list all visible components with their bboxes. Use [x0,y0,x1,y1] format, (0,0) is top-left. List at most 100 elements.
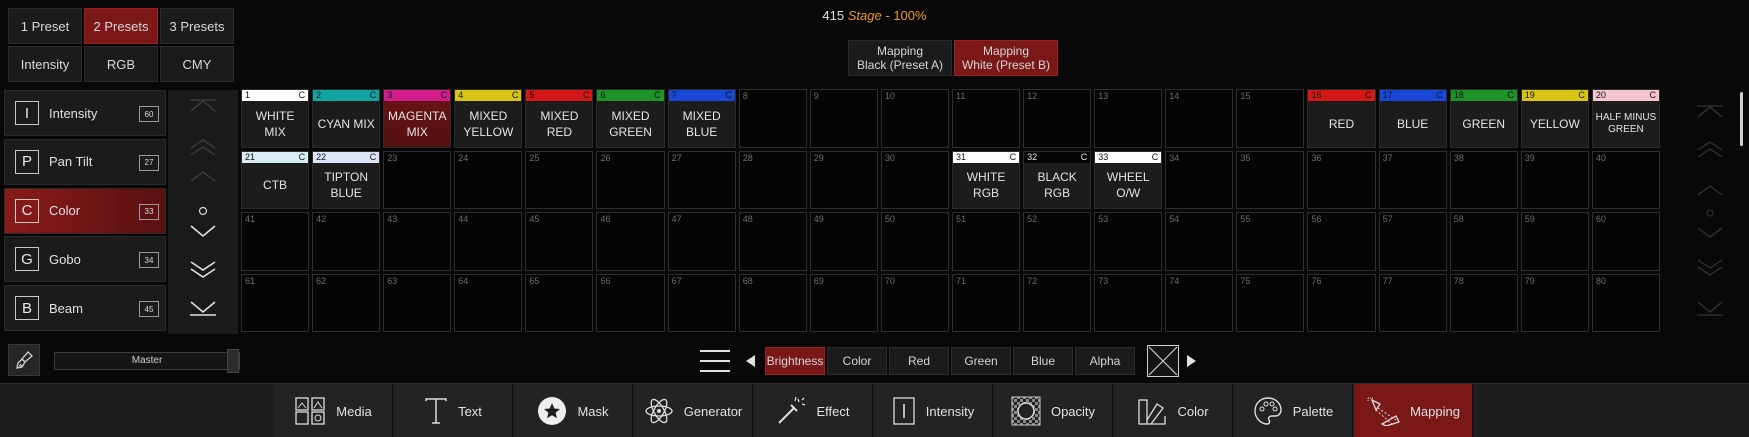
tab-rgb[interactable]: RGB [84,46,158,82]
empty-palette-cell[interactable]: 9 [809,89,878,148]
tab-3-presets[interactable]: 3 Presets [160,8,234,44]
master-fader-handle[interactable] [227,349,239,373]
tab-mapping-black[interactable]: Mapping Black (Preset A) [848,40,952,76]
tab-alpha[interactable]: Alpha [1075,347,1135,375]
empty-palette-cell[interactable]: 23 [383,150,452,209]
toolbar-palette[interactable]: Palette [1234,384,1353,437]
empty-palette-cell[interactable]: 41 [241,212,310,271]
empty-palette-cell[interactable]: 66 [596,273,665,332]
empty-palette-cell[interactable]: 52 [1023,212,1092,271]
tab-mapping-white[interactable]: Mapping White (Preset B) [954,40,1058,76]
empty-palette-cell[interactable]: 45 [525,212,594,271]
tab-cmy[interactable]: CMY [160,46,234,82]
empty-palette-cell[interactable]: 76 [1307,273,1376,332]
empty-palette-cell[interactable]: 80 [1591,273,1660,332]
palette-cell[interactable]: 1 C WHITE MIX [241,89,310,148]
empty-palette-cell[interactable]: 36 [1307,150,1376,209]
toolbar-opacity[interactable]: Opacity [994,384,1113,437]
empty-palette-cell[interactable]: 74 [1165,273,1234,332]
empty-palette-cell[interactable]: 68 [738,273,807,332]
empty-palette-cell[interactable]: 34 [1165,150,1234,209]
empty-palette-cell[interactable]: 61 [241,273,310,332]
tab-intensity[interactable]: Intensity [8,46,82,82]
empty-palette-cell[interactable]: 11 [951,89,1021,148]
empty-palette-cell[interactable]: 14 [1165,89,1234,148]
empty-palette-cell[interactable]: 77 [1378,273,1447,332]
empty-palette-cell[interactable]: 39 [1520,150,1589,209]
line-down-icon[interactable] [1695,226,1725,238]
next-arrow-icon[interactable] [1187,355,1196,367]
palette-cell[interactable]: 31 C WHITE RGB [951,150,1021,209]
tab-2-presets[interactable]: 2 Presets [84,8,158,44]
empty-palette-cell[interactable]: 78 [1449,273,1518,332]
tab-brightness[interactable]: Brightness [765,347,825,375]
scroll-top-icon[interactable] [188,98,218,112]
empty-palette-cell[interactable]: 44 [454,212,523,271]
empty-palette-cell[interactable]: 8 [738,89,807,148]
feature-pan-tilt[interactable]: P Pan Tilt 27 [4,138,166,185]
empty-palette-cell[interactable]: 72 [1023,273,1092,332]
toolbar-intensity[interactable]: Intensity [874,384,993,437]
feature-beam[interactable]: B Beam 45 [4,285,166,332]
palette-cell[interactable]: 18 C GREEN [1449,89,1518,148]
empty-palette-cell[interactable]: 37 [1378,150,1447,209]
empty-palette-cell[interactable]: 54 [1165,212,1234,271]
toolbar-effect[interactable]: Effect [754,384,873,437]
empty-palette-cell[interactable]: 25 [525,150,594,209]
toolbar-mapping[interactable]: Mapping [1354,384,1473,437]
feature-color[interactable]: C Color 33 [4,187,166,234]
empty-palette-cell[interactable]: 28 [738,150,807,209]
empty-palette-cell[interactable]: 43 [383,212,452,271]
empty-palette-cell[interactable]: 57 [1378,212,1447,271]
empty-palette-cell[interactable]: 69 [809,273,878,332]
empty-palette-cell[interactable]: 48 [738,212,807,271]
empty-palette-cell[interactable]: 15 [1236,89,1305,148]
empty-palette-cell[interactable]: 60 [1591,212,1660,271]
page-up-icon[interactable] [1695,140,1725,158]
empty-palette-cell[interactable]: 73 [1094,273,1163,332]
tab-1-preset[interactable]: 1 Preset [8,8,82,44]
toolbar-mask[interactable]: Mask [514,384,633,437]
palette-cell[interactable]: 3 C MAGENTA MIX [383,89,452,148]
scroll-top-icon[interactable] [1695,104,1725,118]
empty-palette-cell[interactable]: 53 [1094,212,1163,271]
empty-palette-cell[interactable]: 63 [383,273,452,332]
toolbar-color[interactable]: Color [1114,384,1233,437]
no-color-swatch-icon[interactable] [1147,345,1179,377]
palette-cell[interactable]: 7 C MIXED BLUE [667,89,736,148]
scroll-bottom-icon[interactable] [1695,300,1725,316]
palette-cell[interactable]: 4 C MIXED YELLOW [454,89,523,148]
empty-palette-cell[interactable]: 67 [667,273,736,332]
empty-palette-cell[interactable]: 46 [596,212,665,271]
palette-cell[interactable]: 16 C RED [1307,89,1376,148]
menu-icon[interactable] [700,350,730,372]
empty-palette-cell[interactable]: 38 [1449,150,1518,209]
tab-green[interactable]: Green [951,347,1011,375]
empty-palette-cell[interactable]: 70 [880,273,949,332]
empty-palette-cell[interactable]: 75 [1236,273,1305,332]
empty-palette-cell[interactable]: 64 [454,273,523,332]
scroll-bottom-icon[interactable] [188,300,218,316]
empty-palette-cell[interactable]: 27 [667,150,736,209]
palette-cell[interactable]: 17 C BLUE [1378,89,1447,148]
tab-red[interactable]: Red [889,347,949,375]
line-up-icon[interactable] [1695,184,1725,196]
toolbar-generator[interactable]: Generator [634,384,753,437]
empty-palette-cell[interactable]: 35 [1236,150,1305,209]
empty-palette-cell[interactable]: 12 [1023,89,1092,148]
empty-palette-cell[interactable]: 13 [1094,89,1163,148]
feature-intensity[interactable]: I Intensity 60 [4,90,166,136]
palette-cell[interactable]: 32 C BLACK RGB [1023,150,1092,209]
feature-gobo[interactable]: G Gobo 34 [4,236,166,283]
empty-palette-cell[interactable]: 24 [454,150,523,209]
palette-cell[interactable]: 19 C YELLOW [1520,89,1589,148]
empty-palette-cell[interactable]: 42 [312,212,381,271]
empty-palette-cell[interactable]: 40 [1591,150,1660,209]
palette-cell[interactable]: 21 C CTB [241,150,310,209]
line-up-icon[interactable] [188,170,218,182]
empty-palette-cell[interactable]: 30 [880,150,949,209]
palette-cell[interactable]: 22 C TIPTON BLUE [312,150,381,209]
empty-palette-cell[interactable]: 59 [1520,212,1589,271]
page-down-icon[interactable] [188,260,218,280]
tab-color[interactable]: Color [827,347,887,375]
